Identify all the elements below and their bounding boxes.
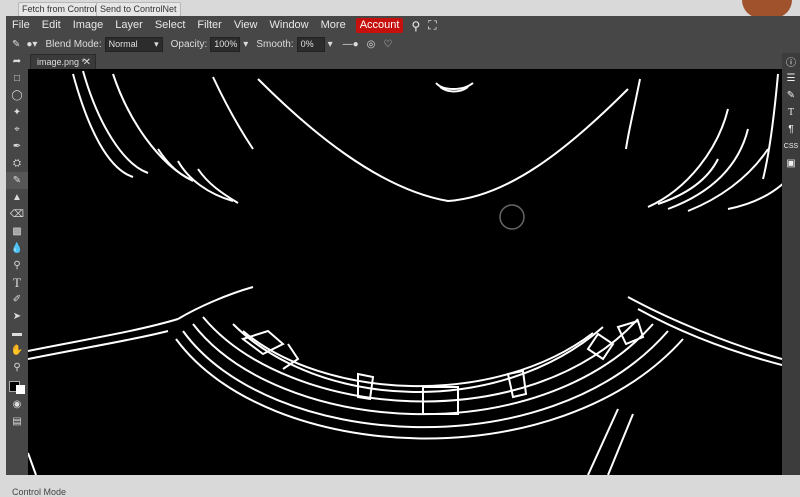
tab-label: image.png * bbox=[37, 57, 86, 67]
blend-mode-select[interactable]: Normal ▾ bbox=[104, 36, 163, 52]
stamp-tool-icon[interactable]: ▲ bbox=[6, 189, 28, 206]
control-mode-label: Control Mode bbox=[12, 487, 67, 497]
info-icon[interactable]: ⓘ bbox=[782, 53, 800, 70]
opacity-label: Opacity: bbox=[170, 38, 208, 50]
crop-tool-icon[interactable]: ⌖ bbox=[6, 121, 28, 138]
menu-more[interactable]: More bbox=[315, 16, 352, 35]
marquee-tool-icon[interactable]: □ bbox=[6, 70, 28, 87]
move-tool-icon[interactable]: ➦ bbox=[6, 53, 28, 70]
photo-editor-window: File Edit Image Layer Select Filter View… bbox=[6, 16, 800, 475]
blend-mode-label: Blend Mode: bbox=[45, 38, 102, 50]
close-icon[interactable]: ✕ bbox=[83, 55, 91, 70]
smooth-label: Smooth: bbox=[256, 38, 294, 50]
eyedropper-tool-icon[interactable]: ✒ bbox=[6, 138, 28, 155]
paragraph-icon[interactable]: ¶ bbox=[782, 121, 800, 138]
menu-file[interactable]: File bbox=[6, 16, 36, 35]
brush-tool-icon[interactable]: ✎ bbox=[12, 39, 20, 50]
tool-options-bar: ✎ ●▾ Blend Mode: Normal ▾ Opacity: 100% … bbox=[6, 35, 800, 53]
canvas[interactable] bbox=[28, 69, 782, 475]
gradient-tool-icon[interactable]: ▩ bbox=[6, 223, 28, 240]
menu-layer[interactable]: Layer bbox=[109, 16, 149, 35]
send-to-controlnet-button[interactable]: Send to ControlNet bbox=[96, 2, 181, 17]
css-button[interactable]: CSS bbox=[782, 138, 800, 155]
dodge-tool-icon[interactable]: ⚲ bbox=[6, 257, 28, 274]
color-swatches-icon[interactable] bbox=[6, 376, 28, 396]
pen-tool-icon[interactable]: ✐ bbox=[6, 291, 28, 308]
brush-settings-icon[interactable]: ✎ bbox=[782, 87, 800, 104]
toolbox: ➦ □ ◯ ✦ ⌖ ✒ ⛭ ✎ ▲ ⌫ ▩ 💧 ⚲ T ✐ ➤ ▬ ✋ ⚲ ◉ … bbox=[6, 53, 28, 475]
smooth-input[interactable]: 0% bbox=[296, 36, 325, 52]
menu-image[interactable]: Image bbox=[67, 16, 110, 35]
path-select-tool-icon[interactable]: ➤ bbox=[6, 308, 28, 325]
edge-map-image bbox=[28, 70, 782, 475]
menu-bar: File Edit Image Layer Select Filter View… bbox=[6, 16, 800, 35]
shape-tool-icon[interactable]: ▬ bbox=[6, 325, 28, 342]
account-button[interactable]: Account bbox=[355, 18, 404, 33]
brush-preset-icon[interactable]: ●▾ bbox=[26, 39, 37, 50]
character-icon[interactable]: T bbox=[782, 104, 800, 121]
menu-view[interactable]: View bbox=[228, 16, 264, 35]
adjustments-icon[interactable]: ☰ bbox=[782, 70, 800, 87]
blur-tool-icon[interactable]: 💧 bbox=[6, 240, 28, 257]
image-icon[interactable]: ▣ bbox=[782, 155, 800, 172]
quick-mask-icon[interactable]: ◉ bbox=[6, 396, 28, 413]
text-tool-icon[interactable]: T bbox=[6, 274, 28, 291]
smooth-dropdown-icon[interactable]: ▾ bbox=[328, 39, 333, 50]
healing-tool-icon[interactable]: ⛭ bbox=[6, 155, 28, 172]
menu-select[interactable]: Select bbox=[149, 16, 192, 35]
opacity-dropdown-icon[interactable]: ▾ bbox=[243, 39, 248, 50]
chevron-down-icon: ▾ bbox=[154, 38, 159, 49]
heart-icon[interactable]: ♡ bbox=[383, 39, 392, 50]
pressure-opacity-icon[interactable]: ◎ bbox=[367, 39, 376, 50]
hand-tool-icon[interactable]: ✋ bbox=[6, 342, 28, 359]
pressure-size-icon[interactable]: —● bbox=[343, 39, 359, 50]
zoom-tool-icon[interactable]: ⚲ bbox=[6, 359, 28, 376]
magic-wand-tool-icon[interactable]: ✦ bbox=[6, 104, 28, 121]
right-panel: ⓘ ☰ ✎ T ¶ CSS ▣ bbox=[782, 53, 800, 475]
fullscreen-icon[interactable]: ⛶ bbox=[428, 18, 436, 33]
brush-tool-icon-active[interactable]: ✎ bbox=[6, 172, 28, 189]
search-icon[interactable]: ⚲ bbox=[411, 19, 420, 33]
blend-mode-value: Normal bbox=[108, 38, 138, 49]
document-tabs: image.png * ✕ bbox=[28, 53, 782, 71]
opacity-input[interactable]: 100% bbox=[210, 36, 241, 52]
lasso-tool-icon[interactable]: ◯ bbox=[6, 87, 28, 104]
menu-edit[interactable]: Edit bbox=[36, 16, 67, 35]
menu-filter[interactable]: Filter bbox=[191, 16, 227, 35]
menu-window[interactable]: Window bbox=[264, 16, 315, 35]
screen-mode-icon[interactable]: ▤ bbox=[6, 413, 28, 430]
eraser-tool-icon[interactable]: ⌫ bbox=[6, 206, 28, 223]
